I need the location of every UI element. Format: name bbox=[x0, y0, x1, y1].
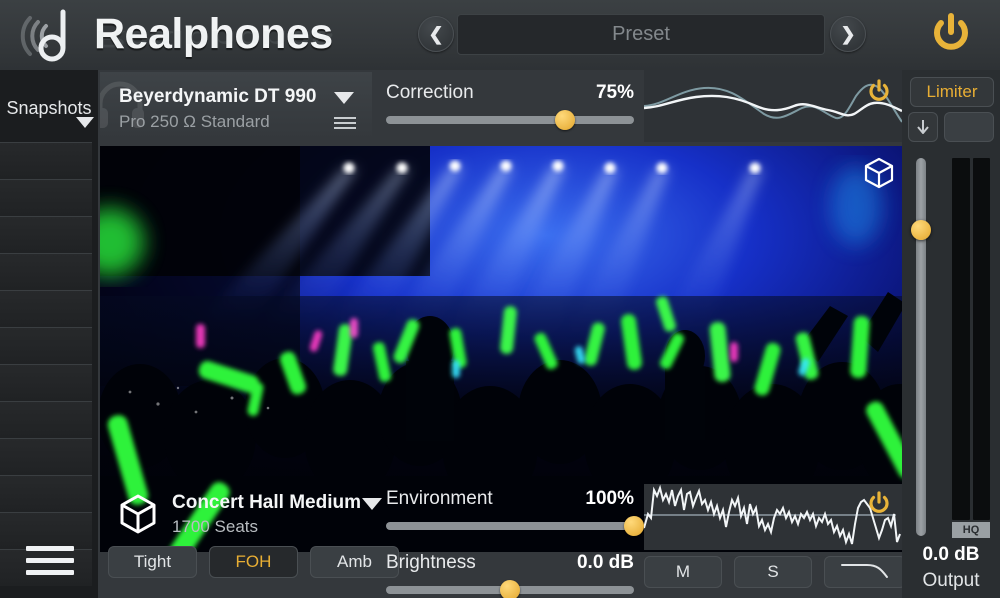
preset-name-label: Preset bbox=[612, 23, 670, 45]
correction-eq-display[interactable] bbox=[644, 70, 902, 142]
limiter-label: Limiter bbox=[926, 82, 978, 101]
snapshot-slot[interactable] bbox=[0, 142, 92, 179]
app-title: Realphones bbox=[94, 9, 333, 58]
preset-next-button[interactable]: ❯ bbox=[830, 16, 866, 52]
chevron-right-icon: ❯ bbox=[840, 23, 856, 44]
correction-slider[interactable] bbox=[386, 110, 634, 130]
impulse-response-display[interactable] bbox=[644, 484, 902, 550]
preset-field[interactable]: Preset bbox=[457, 14, 825, 55]
hq-label: HQ bbox=[962, 524, 980, 536]
snapshot-slot[interactable] bbox=[0, 179, 92, 216]
snapshot-slot[interactable] bbox=[0, 253, 92, 290]
list-icon[interactable] bbox=[334, 117, 356, 129]
realphones-logo-icon bbox=[16, 4, 86, 68]
output-level-meters bbox=[952, 158, 990, 520]
brightness-slider[interactable] bbox=[386, 580, 634, 598]
snapshot-slot[interactable] bbox=[0, 401, 92, 438]
environment-amount-value: 100% bbox=[585, 488, 634, 509]
environment-row: Concert Hall Medium 1700 Seats Tight FOH A… bbox=[98, 484, 906, 598]
environment-mode-buttons: Tight FOH Amb bbox=[108, 546, 399, 578]
chevron-left-icon: ❮ bbox=[428, 23, 444, 44]
meter-left bbox=[952, 158, 970, 520]
snapshot-slot[interactable] bbox=[0, 216, 92, 253]
headphone-selector[interactable]: Beyerdynamic DT 990 Pro 250 Ω Standard bbox=[100, 72, 372, 140]
lowpass-curve-icon bbox=[839, 560, 891, 585]
cube-3d-icon bbox=[116, 492, 160, 536]
correction-slider-thumb[interactable] bbox=[554, 110, 575, 130]
output-fader[interactable] bbox=[911, 158, 931, 536]
correction-control: 75% Correction bbox=[386, 82, 634, 130]
correction-power-button[interactable] bbox=[866, 78, 892, 104]
mid-button-label: M bbox=[675, 562, 691, 581]
chevron-down-icon[interactable] bbox=[362, 498, 382, 510]
chevron-down-icon[interactable] bbox=[76, 117, 94, 128]
environment-sliders: 100% Environment 0.0 dB Brightness bbox=[386, 488, 644, 598]
environment-mode-label: Amb bbox=[337, 552, 372, 571]
snapshot-slot[interactable] bbox=[0, 364, 92, 401]
correction-value: 75% bbox=[595, 82, 634, 103]
environment-mode-label: FOH bbox=[235, 552, 272, 571]
ms-button-row: M S bbox=[644, 556, 906, 588]
output-value: 0.0 dB bbox=[922, 544, 980, 565]
environment-mode-foh[interactable]: FOH bbox=[209, 546, 298, 578]
snapshot-slot-list bbox=[0, 142, 92, 586]
environment-amount-control: 100% Environment bbox=[386, 488, 644, 536]
plugin-window: Realphones Realphones ❮ Preset ❯ Snapsho… bbox=[0, 0, 1000, 598]
environment-amount-thumb[interactable] bbox=[624, 516, 644, 536]
snapshot-slot[interactable] bbox=[0, 438, 92, 475]
app-logo: Realphones bbox=[16, 4, 376, 68]
environment-amount-slider[interactable] bbox=[386, 516, 644, 536]
output-fader-thumb[interactable] bbox=[911, 219, 931, 240]
side-button[interactable]: S bbox=[734, 556, 812, 588]
snapshot-slot[interactable] bbox=[0, 475, 92, 512]
snapshots-title: Snapshots bbox=[6, 98, 92, 118]
environment-capacity: 1700 Seats bbox=[172, 517, 259, 536]
snapshot-slot[interactable] bbox=[0, 290, 92, 327]
meter-right bbox=[972, 158, 990, 520]
headphone-name: Beyerdynamic DT 990 bbox=[119, 86, 317, 107]
brightness-label: Brightness bbox=[386, 552, 476, 573]
lowpass-filter-button[interactable] bbox=[824, 556, 906, 588]
mid-button[interactable]: M bbox=[644, 556, 722, 588]
environment-power-button[interactable] bbox=[866, 490, 892, 516]
output-label: Output bbox=[922, 570, 980, 591]
side-button-label: S bbox=[767, 562, 779, 581]
environment-name: Concert Hall Medium bbox=[172, 492, 361, 513]
limiter-button[interactable]: Limiter bbox=[910, 77, 994, 107]
brightness-control: 0.0 dB Brightness bbox=[386, 552, 634, 598]
top-bar: Realphones Realphones ❮ Preset ❯ bbox=[0, 0, 1000, 70]
hq-badge[interactable]: HQ bbox=[952, 522, 990, 538]
environment-mode-label: Tight bbox=[133, 552, 172, 571]
output-panel: Limiter HQ 0.0 dB Output bbox=[902, 70, 1000, 598]
headphone-row: Beyerdynamic DT 990 Pro 250 Ω Standard 7… bbox=[98, 70, 902, 142]
headphone-variant: Pro 250 Ω Standard bbox=[119, 112, 270, 131]
main-panel: Beyerdynamic DT 990 Pro 250 Ω Standard 7… bbox=[98, 70, 910, 598]
preset-prev-button[interactable]: ❮ bbox=[418, 16, 454, 52]
empty-slot-button[interactable] bbox=[944, 112, 994, 142]
correction-label: Correction bbox=[386, 82, 474, 103]
hamburger-menu-icon[interactable] bbox=[26, 540, 74, 580]
chevron-down-icon[interactable] bbox=[334, 92, 354, 104]
brightness-slider-thumb[interactable] bbox=[500, 580, 520, 598]
brightness-value: 0.0 dB bbox=[576, 552, 634, 573]
environment-selector[interactable]: Concert Hall Medium 1700 Seats bbox=[100, 484, 382, 542]
master-power-button[interactable] bbox=[928, 10, 974, 56]
snapshot-slot[interactable] bbox=[0, 327, 92, 364]
arrow-down-icon[interactable] bbox=[908, 112, 938, 142]
snapshots-sidebar: Snapshots bbox=[0, 70, 98, 598]
environment-amount-label: Environment bbox=[386, 488, 493, 509]
cube-3d-icon[interactable] bbox=[860, 154, 898, 192]
environment-mode-tight[interactable]: Tight bbox=[108, 546, 197, 578]
